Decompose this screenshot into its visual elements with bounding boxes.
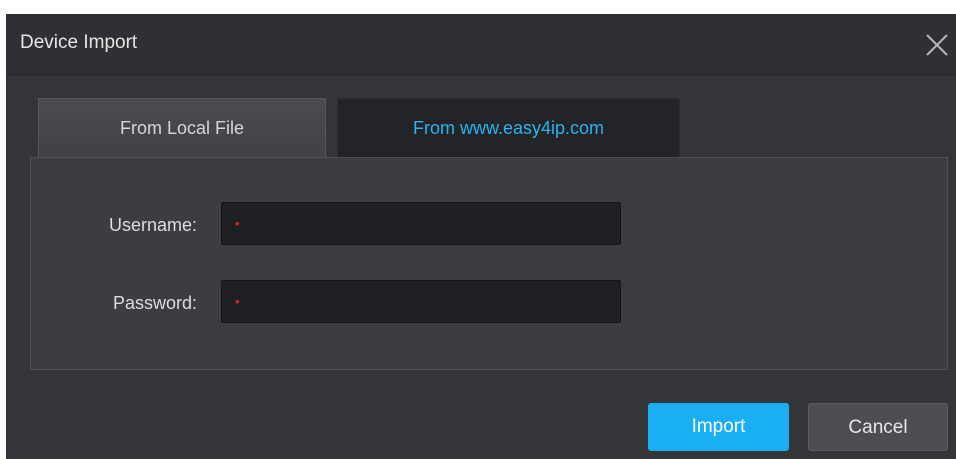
dialog-titlebar: Device Import	[6, 14, 956, 76]
username-label: Username:	[108, 215, 197, 235]
password-label: Password:	[112, 293, 197, 313]
password-field[interactable]: •	[221, 280, 621, 323]
close-button[interactable]	[922, 30, 952, 60]
tab-from-easy4ip[interactable]: From www.easy4ip.com	[337, 98, 680, 157]
required-marker: •	[235, 294, 240, 309]
cancel-button[interactable]: Cancel	[808, 403, 948, 451]
required-marker: •	[235, 216, 240, 231]
login-panel: Username: • Password: •	[30, 157, 948, 370]
username-field[interactable]: •	[221, 202, 621, 245]
device-import-dialog: Device Import From Local File From www.e…	[6, 14, 956, 459]
tab-from-local-file[interactable]: From Local File	[38, 98, 326, 157]
tab-label: From Local File	[119, 118, 245, 138]
import-button[interactable]: Import	[648, 403, 789, 451]
close-icon	[926, 34, 948, 56]
tab-label: From www.easy4ip.com	[412, 118, 605, 138]
dialog-title: Device Import	[20, 32, 138, 53]
